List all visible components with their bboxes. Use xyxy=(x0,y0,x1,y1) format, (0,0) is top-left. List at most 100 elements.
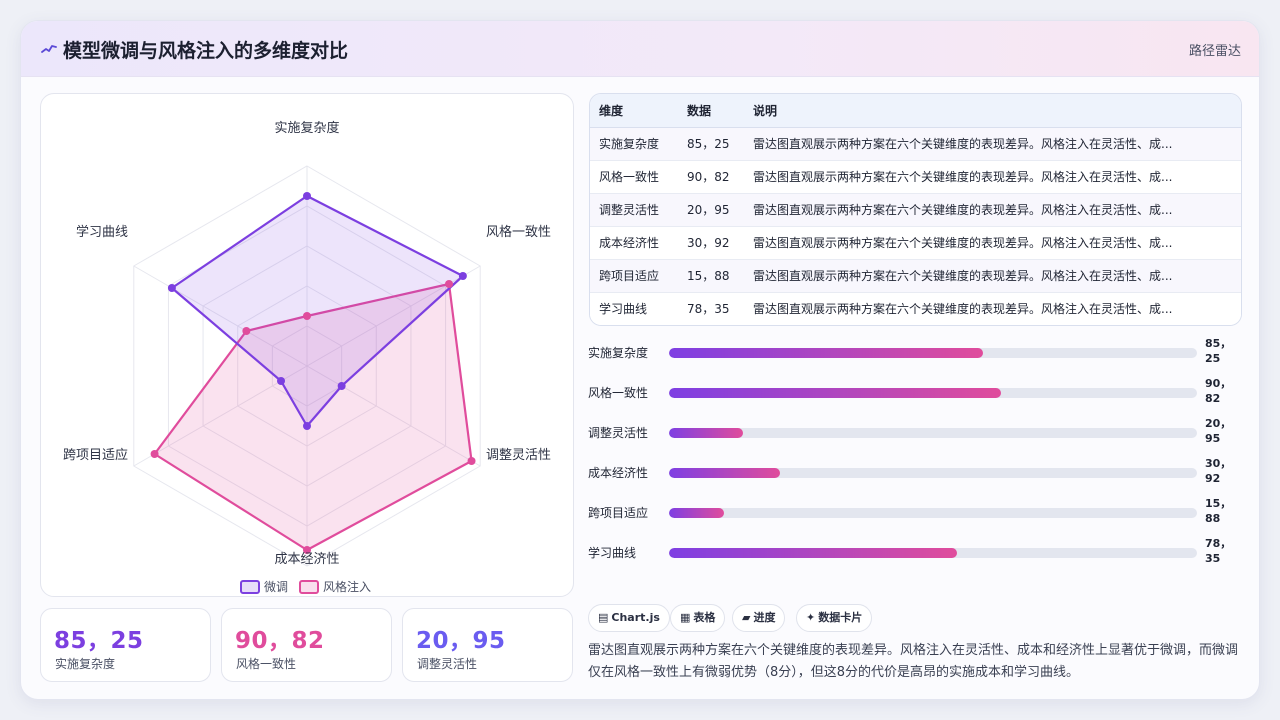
tag-chartjs[interactable]: ▤ Chart.js xyxy=(588,604,670,632)
table-cell-dimension: 调整灵活性 xyxy=(590,193,679,227)
table-row: 学习曲线 78，35 雷达图直观展示两种方案在六个关键维度的表现差异。风格注入在… xyxy=(590,292,1241,325)
radar-data-point[interactable] xyxy=(277,377,286,385)
legend-swatch xyxy=(299,580,319,594)
radar-data-point[interactable] xyxy=(303,312,311,320)
table-cell-dimension: 跨项目适应 xyxy=(590,259,679,293)
legend-label[interactable]: 风格注入 xyxy=(323,579,371,594)
table-row: 成本经济性 30，92 雷达图直观展示两种方案在六个关键维度的表现差异。风格注入… xyxy=(590,226,1241,260)
progress-label: 调整灵活性 xyxy=(588,426,649,440)
progress-row: 成本经济性 30，92 xyxy=(588,457,1248,488)
radar-data-point[interactable] xyxy=(467,457,476,465)
tag-data-card[interactable]: ✦ 数据卡片 xyxy=(796,604,873,632)
table-cell-data: 20，95 xyxy=(679,193,745,227)
column-header-note: 说明 xyxy=(745,94,1241,128)
radar-chart: 实施复杂度风格一致性调整灵活性成本经济性 跨项目适应 学习曲线 微调 风格注入 xyxy=(63,120,551,594)
column-header-dimension: 维度 xyxy=(590,94,679,128)
table-cell-note: 雷达图直观展示两种方案在六个关键维度的表现差异。风格注入在灵活性、成... xyxy=(745,259,1241,293)
route-radar-link[interactable]: 路径雷达 xyxy=(1189,40,1241,59)
progress-icon: ▰ xyxy=(742,611,751,624)
table-cell-data: 15，88 xyxy=(679,259,745,293)
data-table-panel: 维度 数据 说明 实施复杂度 85，25 雷达图直观展示两种方案在六个关键维度的… xyxy=(589,93,1242,326)
table-cell-note: 雷达图直观展示两种方案在六个关键维度的表现差异。风格注入在灵活性、成... xyxy=(745,160,1241,194)
table-cell-data: 85，25 xyxy=(679,127,745,161)
progress-track xyxy=(669,548,1197,558)
radar-axis-label: 调整灵活性 xyxy=(486,448,551,463)
table-cell-note: 雷达图直观展示两种方案在六个关键维度的表现差异。风格注入在灵活性、成... xyxy=(745,127,1241,161)
radar-data-point[interactable] xyxy=(242,327,251,335)
stat-card-consistency: 90，82 风格一致性 xyxy=(221,608,392,682)
page-title: 模型微调与风格注入的多维度对比 xyxy=(63,40,349,62)
progress-fill xyxy=(669,508,725,518)
radar-data-point[interactable] xyxy=(167,284,176,292)
tag-label: 表格 xyxy=(693,611,716,624)
radar-data-point[interactable] xyxy=(458,272,467,280)
summary-text: 雷达图直观展示两种方案在六个关键维度的表现差异。风格注入在灵活性、成本和经济性上… xyxy=(588,643,1239,680)
stat-value: 90，82 xyxy=(235,628,325,654)
table-cell-note: 雷达图直观展示两种方案在六个关键维度的表现差异。风格注入在灵活性、成... xyxy=(745,193,1241,227)
progress-row: 学习曲线 78，35 xyxy=(588,537,1248,568)
progress-label: 学习曲线 xyxy=(588,546,637,560)
radar-axis-label: 跨项目适应 xyxy=(63,447,128,463)
tag-label: 数据卡片 xyxy=(818,611,863,624)
table-row: 风格一致性 90，82 雷达图直观展示两种方案在六个关键维度的表现差异。风格注入… xyxy=(590,160,1241,194)
table-cell-data: 30，92 xyxy=(679,226,745,260)
table-row: 跨项目适应 15，88 雷达图直观展示两种方案在六个关键维度的表现差异。风格注入… xyxy=(590,259,1241,293)
card-icon: ✦ xyxy=(806,611,816,624)
radar-data-point[interactable] xyxy=(303,192,311,200)
progress-fill xyxy=(669,428,743,438)
sparkline-icon xyxy=(41,45,57,53)
data-table: 维度 数据 说明 实施复杂度 85，25 雷达图直观展示两种方案在六个关键维度的… xyxy=(590,94,1241,325)
radar-data-point[interactable] xyxy=(445,280,454,288)
stat-label: 实施复杂度 xyxy=(55,657,116,671)
progress-track xyxy=(669,508,1197,518)
table-cell-note: 雷达图直观展示两种方案在六个关键维度的表现差异。风格注入在灵活性、成... xyxy=(745,226,1241,260)
table-cell-data: 78，35 xyxy=(679,292,745,325)
stat-value: 85，25 xyxy=(54,628,144,654)
progress-label: 跨项目适应 xyxy=(588,506,649,520)
table-row: 调整灵活性 20，95 雷达图直观展示两种方案在六个关键维度的表现差异。风格注入… xyxy=(590,193,1241,227)
progress-fill xyxy=(669,468,780,478)
table-cell-dimension: 风格一致性 xyxy=(590,160,679,194)
stat-label: 调整灵活性 xyxy=(417,657,478,671)
column-header-data: 数据 xyxy=(679,94,745,128)
header-bar: 模型微调与风格注入的多维度对比 路径雷达 xyxy=(21,21,1259,77)
progress-value: 85，25 xyxy=(1205,337,1232,365)
progress-value: 30，92 xyxy=(1205,457,1232,485)
radar-data-point[interactable] xyxy=(150,450,159,458)
stat-label: 风格一致性 xyxy=(236,657,297,671)
radar-data-point[interactable] xyxy=(337,382,346,390)
table-icon: ▦ xyxy=(680,611,691,624)
tag-label: Chart.js xyxy=(611,611,660,624)
radar-axis-label: 成本经济性 xyxy=(274,552,339,567)
progress-value: 20，95 xyxy=(1205,417,1232,445)
tag-label: 进度 xyxy=(753,611,776,624)
tag-progress[interactable]: ▰ 进度 xyxy=(732,604,786,632)
chart-icon: ▤ xyxy=(598,611,609,624)
table-row: 实施复杂度 85，25 雷达图直观展示两种方案在六个关键维度的表现差异。风格注入… xyxy=(590,127,1241,161)
progress-row: 调整灵活性 20，95 xyxy=(588,417,1248,448)
progress-fill xyxy=(669,348,983,358)
table-header-row: 维度 数据 说明 xyxy=(590,94,1241,128)
progress-track xyxy=(669,388,1197,398)
stat-value: 20，95 xyxy=(416,628,506,654)
tag-table[interactable]: ▦ 表格 xyxy=(670,604,726,632)
progress-fill xyxy=(669,548,957,558)
radar-chart-panel: 实施复杂度 风格一致性 调整灵活性 成本经济性 跨项目适应 学习曲线 微调 风格注入 xyxy=(40,93,574,597)
progress-label: 成本经济性 xyxy=(588,466,649,480)
progress-track xyxy=(669,428,1197,438)
radar-data-point[interactable] xyxy=(303,422,311,430)
progress-value: 78，35 xyxy=(1205,537,1232,565)
table-cell-dimension: 成本经济性 xyxy=(590,226,679,260)
legend-label[interactable]: 微调 xyxy=(264,580,288,594)
progress-track xyxy=(669,348,1197,358)
table-cell-note: 雷达图直观展示两种方案在六个关键维度的表现差异。风格注入在灵活性、成... xyxy=(745,292,1241,325)
radar-axis-label: 风格一致性 xyxy=(486,224,551,240)
progress-row: 实施复杂度 85，25 xyxy=(588,337,1248,368)
radar-axis-label: 学习曲线 xyxy=(76,224,128,240)
progress-value: 90，82 xyxy=(1205,377,1232,405)
table-cell-dimension: 实施复杂度 xyxy=(590,127,679,161)
table-cell-data: 90，82 xyxy=(679,160,745,194)
main-card: 模型微调与风格注入的多维度对比 路径雷达 实施复杂度 风格一致性 调整灵活性 成本经济… xyxy=(20,20,1260,700)
table-cell-dimension: 学习曲线 xyxy=(590,292,679,325)
progress-row: 跨项目适应 15，88 xyxy=(588,497,1248,528)
